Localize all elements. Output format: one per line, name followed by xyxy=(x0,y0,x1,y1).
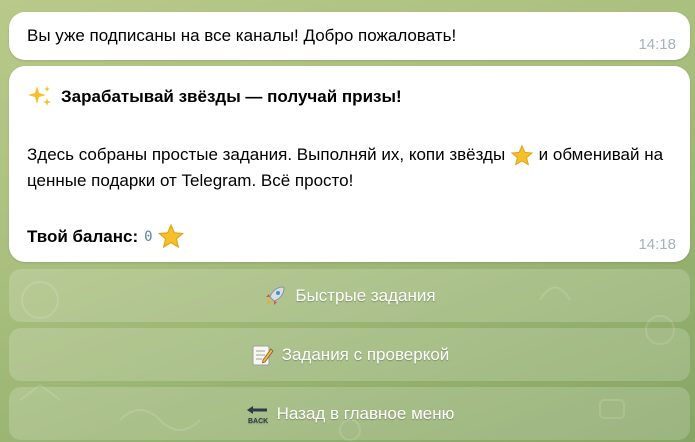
memo-icon xyxy=(252,345,274,365)
back-arrow-icon: BACK xyxy=(246,405,268,425)
balance-value: 0 xyxy=(144,229,153,245)
message-text: Вы уже подписаны на все каналы! Добро по… xyxy=(27,26,457,45)
message-title-text: Зарабатывай звёзды — получай призы! xyxy=(61,87,402,106)
message-bubble-welcome: Вы уже подписаны на все каналы! Добро по… xyxy=(9,12,690,60)
star-icon xyxy=(510,144,534,166)
message-paragraph: Здесь собраны простые задания. Выполняй … xyxy=(27,142,677,194)
quick-tasks-button[interactable]: Быстрые задания xyxy=(9,269,690,322)
message-time: 14:18 xyxy=(638,36,676,53)
back-to-main-menu-button[interactable]: BACK Назад в главное меню xyxy=(9,387,690,440)
button-label: Назад в главное меню xyxy=(276,403,455,423)
svg-text:BACK: BACK xyxy=(248,418,268,425)
paragraph-text-1: Здесь собраны простые задания. Выполняй … xyxy=(27,145,506,164)
message-bubble-info: Зарабатывай звёзды — получай призы! Здес… xyxy=(9,66,690,262)
rocket-icon xyxy=(266,285,285,305)
balance-line: Твой баланс: 0 xyxy=(27,223,185,251)
verified-tasks-button[interactable]: Задания с проверкой xyxy=(9,328,690,381)
message-time: 14:18 xyxy=(638,236,676,253)
button-label: Быстрые задания xyxy=(295,285,436,305)
button-label: Задания с проверкой xyxy=(281,344,450,364)
star-icon xyxy=(157,223,184,249)
sparkles-icon xyxy=(28,86,51,106)
message-title: Зарабатывай звёзды — получай призы! xyxy=(27,84,402,110)
balance-label: Твой баланс: xyxy=(27,227,139,246)
